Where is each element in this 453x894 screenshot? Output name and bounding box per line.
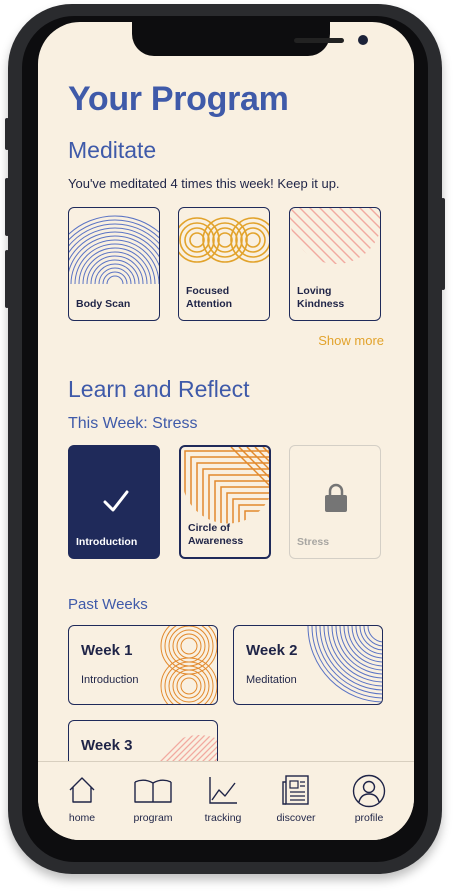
front-camera xyxy=(358,35,368,45)
newspaper-icon xyxy=(282,775,309,805)
speaker xyxy=(294,38,344,43)
week-title: Week 3 xyxy=(81,737,133,754)
card-label: Introduction xyxy=(76,536,138,548)
meditation-card-focused-attention[interactable]: Focused Attention xyxy=(178,207,270,321)
meditation-card-body-scan[interactable]: Body Scan xyxy=(68,207,160,321)
tab-profile[interactable]: profile xyxy=(339,774,399,824)
page-title: Your Program xyxy=(68,80,289,118)
week-subtitle: Meditation xyxy=(246,674,297,686)
tab-label: program xyxy=(133,812,173,824)
tab-label: home xyxy=(68,812,96,824)
tab-label: tracking xyxy=(204,812,242,824)
person-icon xyxy=(352,774,386,808)
tab-label: profile xyxy=(354,812,384,824)
meditation-card-loving-kindness[interactable]: Loving Kindness xyxy=(289,207,381,321)
blue-arcs-art xyxy=(307,626,382,703)
this-week-subheading: This Week: Stress xyxy=(68,415,198,432)
tab-home[interactable]: home xyxy=(52,774,112,824)
bottom-tab-bar: home program tracking discover profile xyxy=(38,761,414,840)
lesson-card-circle-of-awareness[interactable]: Circle of Awareness xyxy=(179,445,271,559)
past-week-card-2[interactable]: Week 2 Meditation xyxy=(233,625,383,705)
side-button-volume-up xyxy=(5,178,9,236)
learn-heading: Learn and Reflect xyxy=(68,376,250,402)
tab-label: discover xyxy=(276,812,316,824)
week-subtitle: Introduction xyxy=(81,674,139,686)
card-label: Focused Attention xyxy=(186,285,233,310)
notch xyxy=(132,22,368,56)
lesson-card-stress[interactable]: Stress xyxy=(289,445,381,559)
week-title: Week 2 xyxy=(246,642,298,659)
house-icon xyxy=(69,777,95,803)
lesson-card-introduction[interactable]: Introduction xyxy=(68,445,160,559)
past-week-card-1[interactable]: Week 1 Introduction xyxy=(68,625,218,705)
line-chart-icon xyxy=(209,777,237,804)
past-weeks-heading: Past Weeks xyxy=(68,596,148,613)
open-book-icon xyxy=(134,779,172,803)
card-label: Circle of Awareness xyxy=(188,522,244,547)
tab-tracking[interactable]: tracking xyxy=(193,774,253,824)
side-button-volume-down xyxy=(5,250,9,308)
week-title: Week 1 xyxy=(81,642,133,659)
meditate-message: You've meditated 4 times this week! Keep… xyxy=(68,176,340,191)
orange-circles-art xyxy=(160,626,217,704)
tab-program[interactable]: program xyxy=(123,774,183,824)
card-label: Stress xyxy=(297,536,330,548)
side-button-silent xyxy=(5,118,9,150)
app-screen: Your Program Meditate You've meditated 4… xyxy=(38,22,414,840)
side-button-power xyxy=(441,198,445,290)
card-label: Loving Kindness xyxy=(297,285,345,310)
show-more-link[interactable]: Show more xyxy=(318,333,384,348)
tab-discover[interactable]: discover xyxy=(266,774,326,824)
meditate-heading: Meditate xyxy=(68,137,157,163)
card-label: Body Scan xyxy=(76,298,131,310)
